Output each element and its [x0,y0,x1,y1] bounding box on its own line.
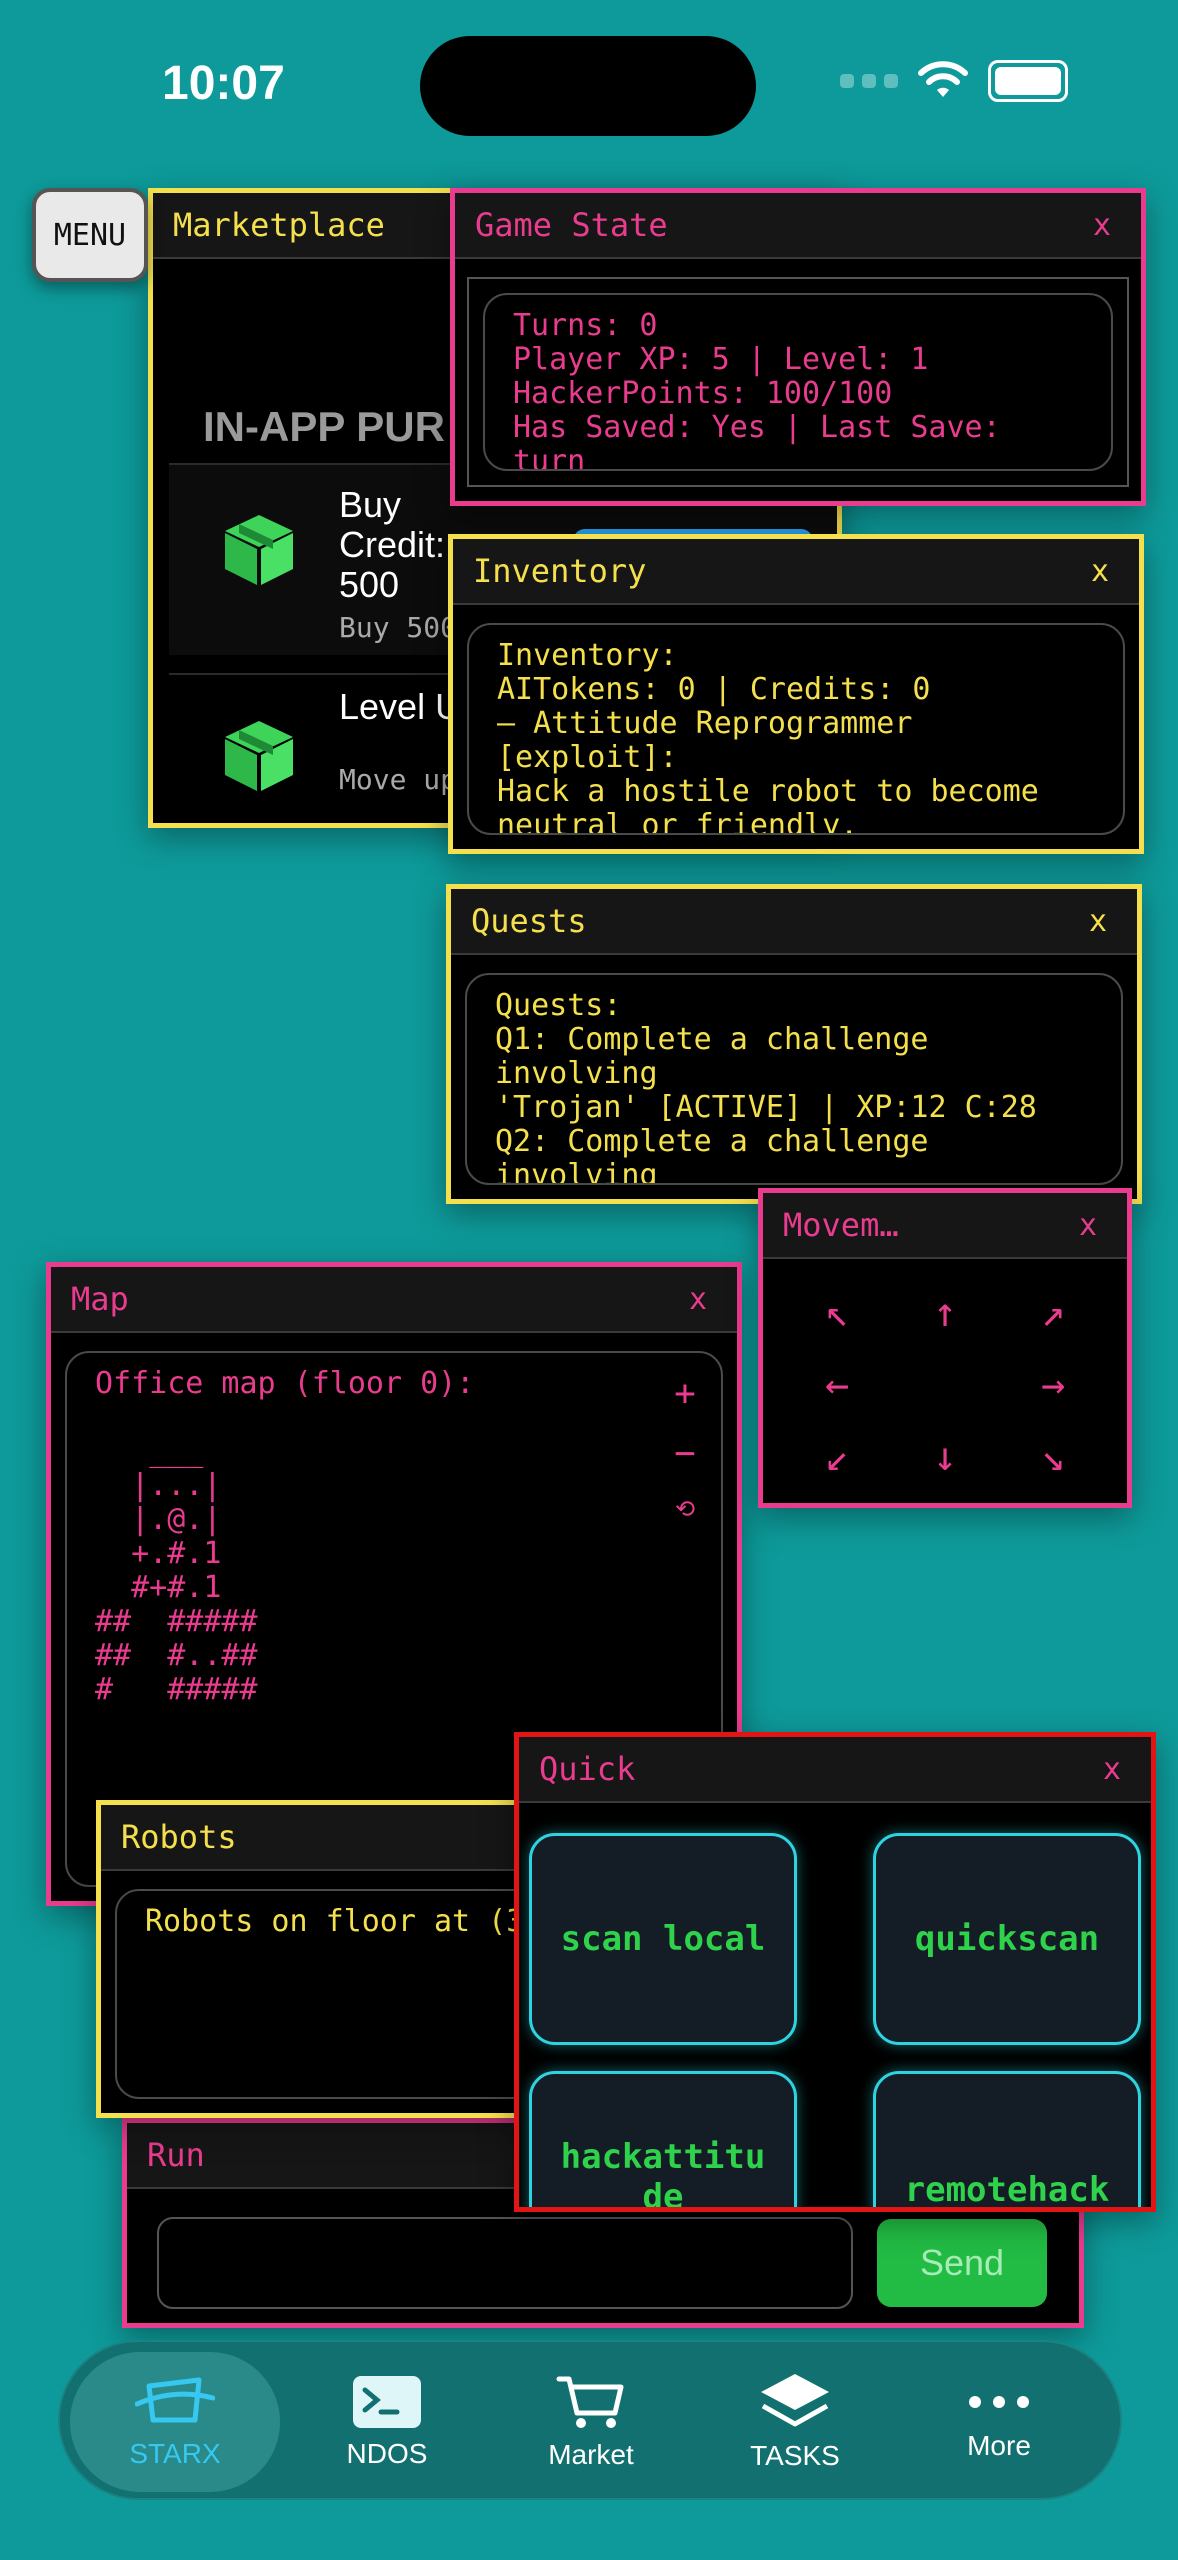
tab-label: STARX [129,2438,221,2469]
menu-button[interactable]: MENU [32,188,148,282]
hackattitude-button[interactable]: hackattitu de [529,2071,797,2207]
move-center-empty [891,1349,999,1421]
game-state-header[interactable]: Game State x [455,193,1141,259]
zoom-in-button[interactable]: + [665,1373,705,1414]
close-icon[interactable]: x [1093,1752,1131,1787]
quick-panel: Quick x scan local quickscan hackattitu … [514,1732,1156,2212]
game-state-title: Game State [475,206,668,244]
move-down-right-button[interactable]: ↘ [999,1421,1107,1493]
movement-panel: Movem… x ↖ ↑ ↗ ← → ↙ ↓ ↘ [758,1188,1132,1508]
status-icons [840,60,1068,102]
more-icon [969,2396,1029,2408]
robots-title: Robots [121,1818,237,1856]
terminal-icon [353,2376,421,2428]
tab-label: NDOS [346,2438,428,2469]
game-state-text: Turns: 0 Player XP: 5 | Level: 1 HackerP… [483,293,1113,471]
dynamic-island [420,36,756,136]
cellular-icon [840,74,898,88]
inventory-header[interactable]: Inventory x [453,539,1139,605]
market-item-desc: Move up [339,763,458,796]
remotehack-button[interactable]: remotehack [873,2071,1141,2207]
quests-title: Quests [471,902,587,940]
game-state-panel: Game State x Turns: 0 Player XP: 5 | Lev… [450,188,1146,506]
close-icon[interactable]: x [1081,554,1119,589]
quests-header[interactable]: Quests x [451,889,1137,955]
move-up-left-button[interactable]: ↖ [783,1277,891,1349]
layers-icon [761,2374,829,2427]
battery-icon [988,60,1068,102]
status-time: 10:07 [162,57,285,110]
market-item-desc: Buy 500 [339,611,458,644]
inventory-title: Inventory [473,552,647,590]
tab-market[interactable]: Market [486,2352,696,2492]
map-title: Map [71,1280,129,1318]
command-input[interactable] [157,2217,853,2309]
movement-title: Movem… [783,1206,899,1244]
close-icon[interactable]: x [1079,904,1117,939]
run-title: Run [147,2136,205,2174]
move-down-button[interactable]: ↓ [891,1421,999,1493]
tab-bar: STARX NDOS Market TASKS More [58,2340,1122,2500]
close-icon[interactable]: x [1083,208,1121,243]
move-up-right-button[interactable]: ↗ [999,1277,1107,1349]
move-left-button[interactable]: ← [783,1349,891,1421]
inventory-text[interactable]: Inventory: AITokens: 0 | Credits: 0 – At… [467,623,1125,835]
market-item-name: Level U [339,686,462,727]
cart-icon [556,2376,624,2428]
package-icon [225,515,293,585]
movement-header[interactable]: Movem… x [763,1193,1127,1259]
move-right-button[interactable]: → [999,1349,1107,1421]
tab-starx[interactable]: STARX [70,2352,280,2492]
close-icon[interactable]: x [1069,1208,1107,1243]
market-item-name: Buy Credit: 500 [339,484,446,605]
reset-view-button[interactable]: ⟲ [665,1495,705,1523]
tab-tasks[interactable]: TASKS [690,2352,900,2492]
tab-ndos[interactable]: NDOS [282,2352,492,2492]
inventory-panel: Inventory x Inventory: AITokens: 0 | Cre… [448,534,1144,854]
quick-header[interactable]: Quick x [519,1737,1151,1803]
tab-label: TASKS [750,2440,840,2471]
marketplace-heading: IN-APP PUR [203,403,445,450]
tab-label: Market [548,2439,634,2470]
package-icon [225,721,293,791]
tab-label: More [967,2430,1031,2461]
marketplace-title: Marketplace [173,206,385,244]
move-up-button[interactable]: ↑ [891,1277,999,1349]
starx-icon [135,2377,215,2423]
quick-title: Quick [539,1750,636,1788]
map-header[interactable]: Map x [51,1267,737,1333]
quests-text[interactable]: Quests: Q1: Complete a challenge involvi… [465,973,1123,1185]
quests-panel: Quests x Quests: Q1: Complete a challeng… [446,884,1142,1204]
quickscan-button[interactable]: quickscan [873,1833,1141,2045]
move-down-left-button[interactable]: ↙ [783,1421,891,1493]
quick-grid: scan local quickscan hackattitu de remot… [529,1817,1141,2207]
zoom-out-button[interactable]: − [665,1433,705,1474]
scan-local-button[interactable]: scan local [529,1833,797,2045]
close-icon[interactable]: x [679,1282,717,1317]
movement-grid: ↖ ↑ ↗ ← → ↙ ↓ ↘ [783,1277,1107,1493]
game-state-frame: Turns: 0 Player XP: 5 | Level: 1 HackerP… [467,277,1129,487]
wifi-icon [918,61,968,97]
tab-more[interactable]: More [894,2352,1104,2492]
send-button[interactable]: Send [877,2219,1047,2307]
